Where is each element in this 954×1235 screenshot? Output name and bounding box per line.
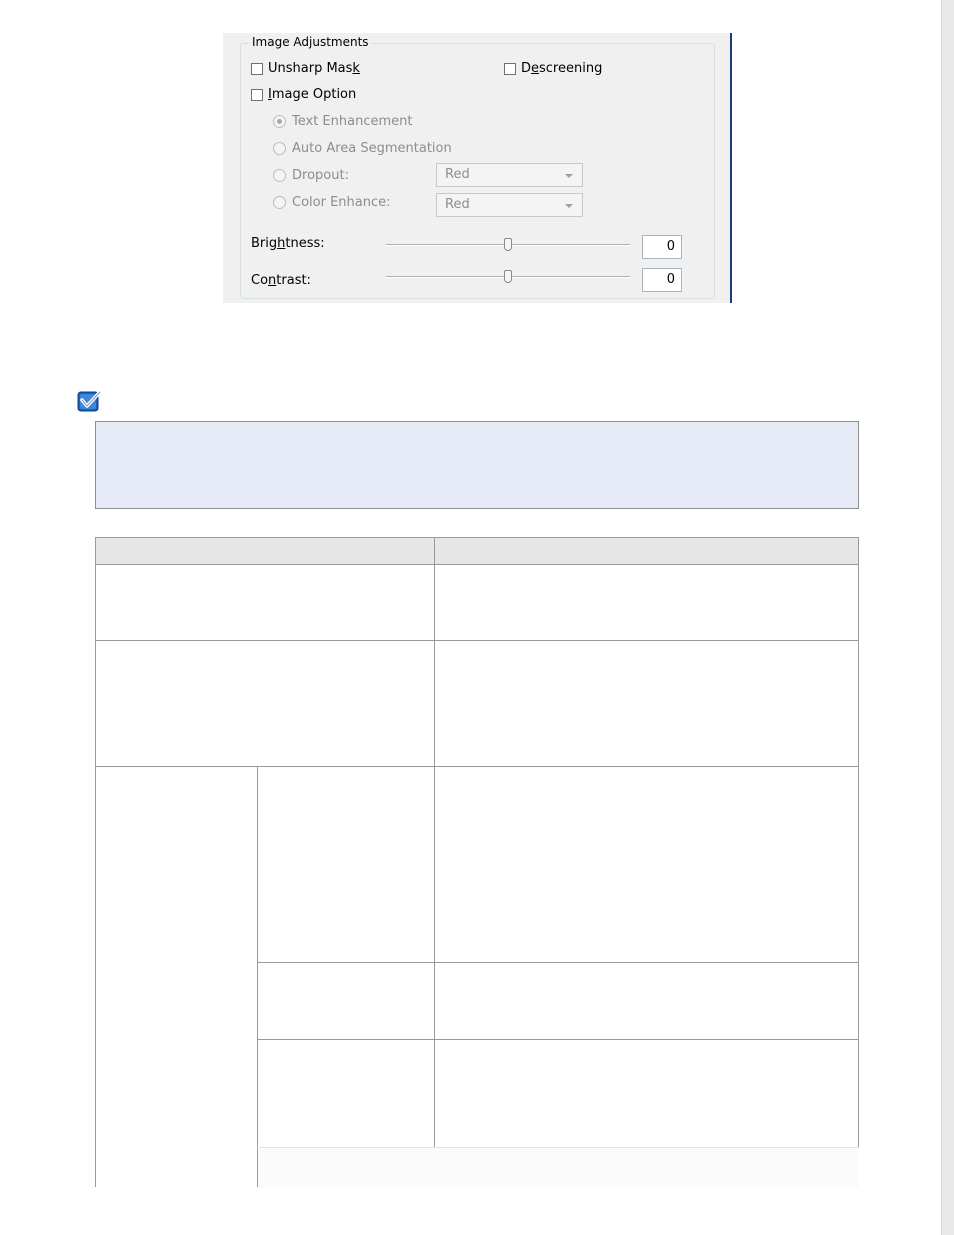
table-row-divider	[95, 640, 859, 641]
auto-area-segmentation-radio[interactable]: Auto Area Segmentation	[273, 141, 452, 156]
descreening-checkbox[interactable]: Descreening	[504, 61, 602, 76]
radio-dot[interactable]	[273, 169, 286, 182]
table-border-left	[95, 537, 96, 1187]
text-enhancement-radio[interactable]: Text Enhancement	[273, 114, 412, 129]
brightness-label: Brightness:	[251, 236, 325, 251]
unsharp-mask-label: Unsharp Mask	[268, 61, 360, 76]
contrast-label: Contrast:	[251, 273, 311, 288]
text-enhancement-label: Text Enhancement	[292, 114, 413, 129]
auto-area-segmentation-label: Auto Area Segmentation	[292, 141, 452, 156]
table-border-top	[95, 537, 859, 538]
checkbox-box[interactable]	[504, 62, 516, 75]
table-subcolumn-divider	[257, 767, 258, 1187]
dropout-radio[interactable]: Dropout:	[273, 168, 349, 183]
radio-dot[interactable]	[273, 115, 286, 128]
chevron-down-icon	[565, 204, 573, 208]
table-column-divider	[434, 537, 435, 1148]
help-page: Image Adjustments Unsharp Mask Descreeni…	[0, 0, 954, 1235]
chevron-down-icon	[565, 174, 573, 178]
contrast-slider-thumb[interactable]	[504, 270, 512, 283]
brightness-value-field[interactable]: 0	[642, 235, 682, 259]
table-row-divider	[257, 1147, 859, 1148]
checkbox-box[interactable]	[251, 88, 263, 101]
radio-dot[interactable]	[273, 196, 286, 209]
table-header-row	[95, 538, 859, 564]
note-box	[95, 421, 859, 509]
dropout-label: Dropout:	[292, 168, 349, 183]
group-title: Image Adjustments	[249, 35, 372, 49]
image-option-label: Image Option	[268, 87, 357, 102]
color-enhance-label: Color Enhance:	[292, 195, 391, 210]
unsharp-mask-checkbox[interactable]: Unsharp Mask	[251, 61, 360, 76]
note-check-icon	[77, 390, 102, 412]
color-enhance-select[interactable]: Red	[436, 193, 583, 217]
dropout-select[interactable]: Red	[436, 163, 583, 187]
image-option-checkbox[interactable]: Image Option	[251, 87, 356, 102]
table-row-divider	[257, 1039, 859, 1040]
table-row-divider	[95, 564, 859, 565]
page-scrollbar[interactable]	[941, 0, 954, 1235]
color-enhance-radio[interactable]: Color Enhance:	[273, 195, 391, 210]
descreening-label: Descreening	[521, 61, 603, 76]
image-adjustments-dialog: Image Adjustments Unsharp Mask Descreeni…	[223, 33, 732, 303]
contrast-value-field[interactable]: 0	[642, 268, 682, 292]
table-row-divider	[257, 962, 859, 963]
table-bottom-area	[258, 1148, 859, 1188]
checkbox-box[interactable]	[251, 62, 263, 75]
table-row-divider	[95, 766, 859, 767]
color-enhance-select-value: Red	[445, 197, 470, 212]
brightness-slider-thumb[interactable]	[504, 238, 512, 251]
radio-dot[interactable]	[273, 142, 286, 155]
dropout-select-value: Red	[445, 167, 470, 182]
table-border-right	[858, 537, 859, 1187]
